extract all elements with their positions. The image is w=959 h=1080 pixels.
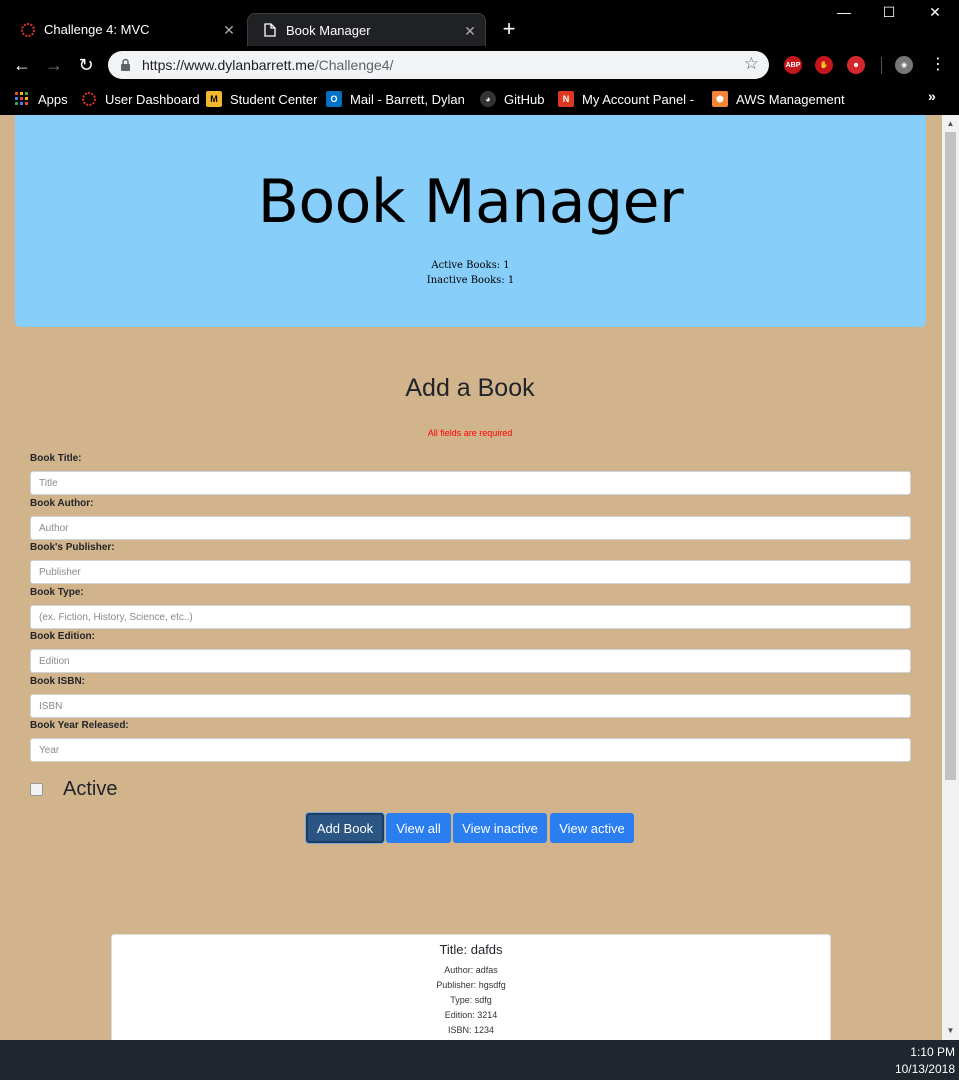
close-tab-icon[interactable]: ✕ <box>463 23 477 40</box>
publisher-label: Book's Publisher: <box>30 542 115 553</box>
title-input[interactable] <box>30 471 911 495</box>
address-bar[interactable]: https://www.dylanbarrett.me/Challenge4/ … <box>108 51 769 79</box>
bookmark-label: AWS Management Co <box>736 91 848 107</box>
menu-icon[interactable]: ⋮ <box>930 56 946 74</box>
github-icon: ◕ <box>480 91 496 107</box>
ring-icon <box>81 91 97 107</box>
bookmark-star-icon[interactable]: ☆ <box>744 54 759 74</box>
view-all-button[interactable]: View all <box>386 813 451 843</box>
header-banner: Book Manager Active Books: 1 Inactive Bo… <box>15 115 926 327</box>
os-taskbar: 1:10 PM 10/13/2018 <box>0 1040 959 1080</box>
page-viewport: Book Manager Active Books: 1 Inactive Bo… <box>0 115 959 1040</box>
url-path: /Challenge4/ <box>314 57 394 73</box>
book-card: Title: dafds Author: adfas Publisher: hg… <box>111 934 831 1040</box>
clock-date: 10/13/2018 <box>894 1062 955 1076</box>
year-label: Book Year Released: <box>30 720 129 731</box>
ring-icon <box>20 22 36 38</box>
outlook-icon: O <box>326 91 342 107</box>
vertical-scrollbar[interactable]: ▲ ▼ <box>942 115 959 1040</box>
view-active-button[interactable]: View active <box>550 813 634 843</box>
form-title: Add a Book <box>405 374 535 402</box>
bookmark-mail[interactable]: O Mail - Barrett, Dylan ( <box>326 89 464 109</box>
title-label: Book Title: <box>30 453 82 464</box>
add-book-button[interactable]: Add Book <box>306 813 384 843</box>
tiger-icon: M <box>206 91 222 107</box>
bookmark-label: Mail - Barrett, Dylan ( <box>350 91 464 107</box>
isbn-input[interactable] <box>30 694 911 718</box>
minimize-icon[interactable]: — <box>832 4 856 20</box>
book-title: Title: dafds <box>439 942 503 957</box>
active-checkbox[interactable] <box>30 783 43 796</box>
publisher-input[interactable] <box>30 560 911 584</box>
page-icon <box>262 22 278 38</box>
namecheap-icon: N <box>558 91 574 107</box>
type-label: Book Type: <box>30 587 84 598</box>
tab-label: Book Manager <box>286 22 371 38</box>
scrollbar-thumb[interactable] <box>945 132 956 780</box>
url-text: https://www.dylanbarrett.me/Challenge4/ <box>142 57 393 73</box>
bookmark-account-panel[interactable]: N My Account Panel - N <box>558 89 696 109</box>
book-isbn: ISBN: 1234 <box>447 1025 495 1035</box>
tab-label: Challenge 4: MVC <box>44 22 150 37</box>
bookmark-label: GitHub <box>504 91 545 107</box>
bookmark-github[interactable]: ◕ GitHub <box>480 89 544 109</box>
bookmark-label: My Account Panel - N <box>582 91 696 107</box>
reload-icon[interactable]: ↻ <box>75 54 97 76</box>
tab-challenge4[interactable]: Challenge 4: MVC ✕ <box>8 13 244 46</box>
active-label: Active <box>63 778 118 800</box>
required-note: All fields are required <box>427 428 513 438</box>
close-window-icon[interactable]: ✕ <box>923 4 947 21</box>
shield-icon[interactable]: ✋ <box>815 56 833 74</box>
maximize-icon[interactable]: ☐ <box>877 4 901 21</box>
active-books-count: Active Books: 1 <box>431 260 510 271</box>
book-type: Type: sdfg <box>450 995 492 1005</box>
bookmark-label: Apps <box>38 91 68 107</box>
system-clock[interactable]: 1:10 PM 10/13/2018 <box>895 1044 955 1078</box>
clock-time: 1:10 PM <box>910 1045 955 1059</box>
bookmark-student-center[interactable]: M Student Center <box>206 89 317 109</box>
scroll-up-icon[interactable]: ▲ <box>942 117 959 131</box>
bookmark-label: Student Center <box>230 91 318 107</box>
view-inactive-button[interactable]: View inactive <box>453 813 547 843</box>
tab-book-manager[interactable]: Book Manager ✕ <box>247 13 486 46</box>
isbn-label: Book ISBN: <box>30 676 85 687</box>
url-host: https://www.dylanbarrett.me <box>142 57 315 73</box>
scroll-down-icon[interactable]: ▼ <box>942 1024 959 1038</box>
forward-arrow-icon[interactable]: → <box>43 54 65 76</box>
bookmark-label: User Dashboard <box>105 91 200 107</box>
adblock-icon[interactable]: ABP <box>784 56 802 74</box>
apps-grid-icon <box>14 91 30 107</box>
edition-label: Book Edition: <box>30 631 95 642</box>
toolbar-divider <box>881 57 882 74</box>
close-tab-icon[interactable]: ✕ <box>222 22 236 39</box>
book-edition: Edition: 3214 <box>444 1010 498 1020</box>
profile-avatar-icon[interactable]: ◉ <box>895 56 913 74</box>
year-input[interactable] <box>30 738 911 762</box>
type-input[interactable] <box>30 605 911 629</box>
new-tab-icon[interactable]: + <box>499 18 519 40</box>
author-label: Book Author: <box>30 498 94 509</box>
ghost-icon[interactable]: ☻ <box>847 56 865 74</box>
lock-icon <box>120 58 131 72</box>
back-arrow-icon[interactable]: ← <box>11 54 33 76</box>
book-publisher: Publisher: hgsdfg <box>436 980 506 990</box>
author-input[interactable] <box>30 516 911 540</box>
edition-input[interactable] <box>30 649 911 673</box>
bookmark-apps[interactable]: Apps <box>14 89 68 109</box>
browser-tab-strip: Challenge 4: MVC ✕ Book Manager ✕ + — ☐ … <box>0 0 959 46</box>
inactive-books-count: Inactive Books: 1 <box>426 275 515 286</box>
chevron-more-icon[interactable]: » <box>928 88 936 104</box>
book-author: Author: adfas <box>444 965 498 975</box>
bookmark-user-dashboard[interactable]: User Dashboard <box>81 89 200 109</box>
bookmark-aws[interactable]: ⬢ AWS Management Co <box>712 89 848 109</box>
page-title: Book Manager <box>257 167 684 237</box>
aws-icon: ⬢ <box>712 91 728 107</box>
